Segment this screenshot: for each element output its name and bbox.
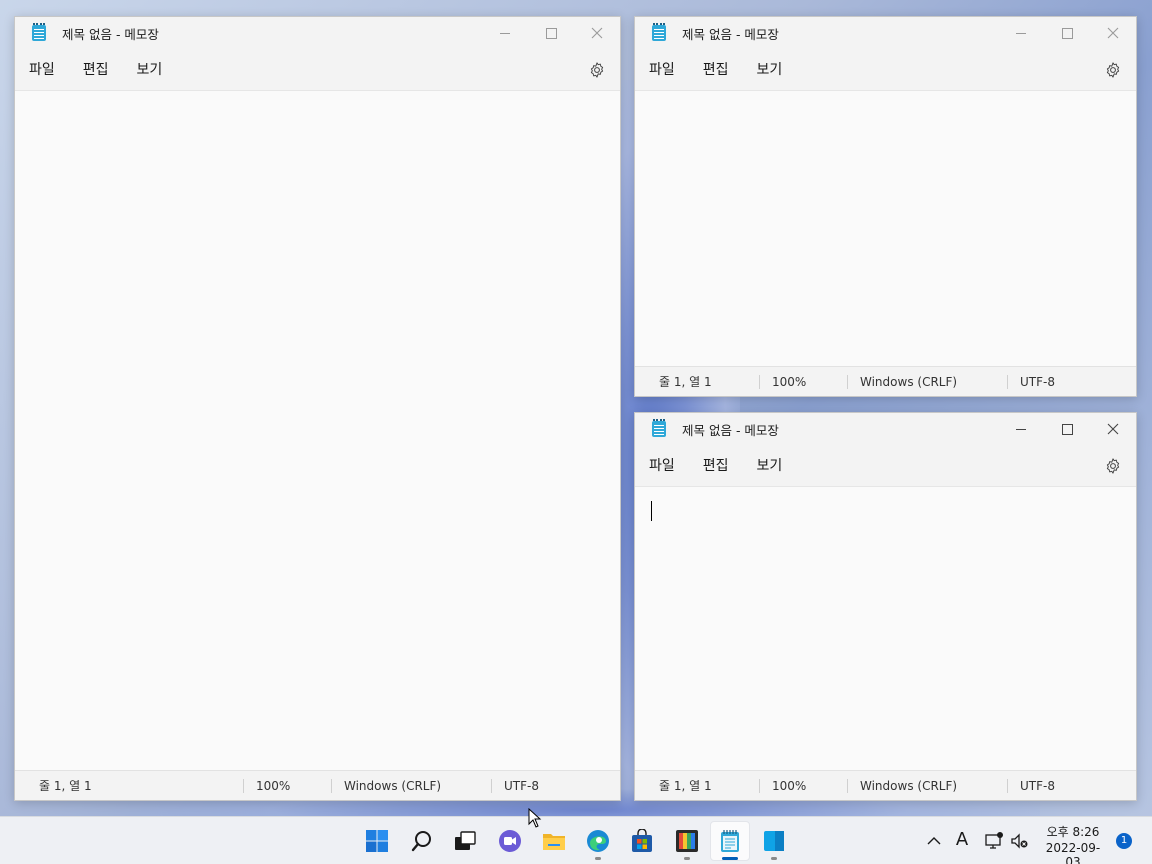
minimize-button[interactable] (998, 17, 1044, 49)
menu-view[interactable]: 보기 (123, 49, 177, 91)
notepad-icon (652, 419, 666, 437)
settings-gear-icon[interactable] (1104, 457, 1122, 475)
menu-bar: 파일 편집 보기 (15, 49, 620, 91)
running-indicator (771, 857, 777, 860)
title-bar[interactable]: 제목 없음 - 메모장 (635, 17, 1136, 49)
menu-file[interactable]: 파일 (635, 445, 689, 487)
task-view-icon[interactable] (453, 829, 477, 853)
running-indicator (684, 857, 690, 860)
status-separator (1007, 779, 1008, 793)
menu-edit[interactable]: 편집 (69, 49, 123, 91)
text-editor[interactable] (15, 91, 620, 770)
status-bar: 줄 1, 열 1 100% Windows (CRLF) UTF-8 (635, 366, 1136, 396)
paint-icon[interactable] (675, 829, 699, 853)
notification-badge[interactable]: 1 (1116, 833, 1132, 849)
status-separator (1007, 375, 1008, 389)
status-bar: 줄 1, 열 1 100% Windows (CRLF) UTF-8 (15, 770, 620, 800)
notepad-window-top-right[interactable]: 제목 없음 - 메모장 파일 편집 보기 줄 1, 열 1 100% Windo… (634, 16, 1137, 397)
menu-edit[interactable]: 편집 (689, 445, 743, 487)
status-line-ending: Windows (CRLF) (344, 779, 442, 793)
status-encoding: UTF-8 (1020, 779, 1055, 793)
status-position: 줄 1, 열 1 (659, 779, 712, 793)
window-title: 제목 없음 - 메모장 (682, 26, 779, 42)
status-line-ending: Windows (CRLF) (860, 375, 958, 389)
menu-bar: 파일 편집 보기 (635, 445, 1136, 487)
store-icon[interactable] (630, 829, 654, 853)
status-encoding: UTF-8 (504, 779, 539, 793)
network-icon[interactable] (984, 829, 1004, 853)
title-bar[interactable]: 제목 없음 - 메모장 (15, 17, 620, 49)
status-separator (243, 779, 244, 793)
window-title: 제목 없음 - 메모장 (682, 422, 779, 438)
title-bar[interactable]: 제목 없음 - 메모장 (635, 413, 1136, 445)
status-separator (847, 779, 848, 793)
close-icon (591, 27, 603, 39)
status-separator (491, 779, 492, 793)
status-separator (847, 375, 848, 389)
menu-file[interactable]: 파일 (15, 49, 69, 91)
close-icon (1107, 423, 1119, 435)
status-separator (331, 779, 332, 793)
settings-gear-icon[interactable] (588, 61, 606, 79)
status-separator (759, 375, 760, 389)
minimize-button[interactable] (998, 413, 1044, 445)
window-title: 제목 없음 - 메모장 (62, 26, 159, 42)
minimize-button[interactable] (482, 17, 528, 49)
status-line-ending: Windows (CRLF) (860, 779, 958, 793)
status-position: 줄 1, 열 1 (39, 779, 92, 793)
menu-file[interactable]: 파일 (635, 49, 689, 91)
start-icon[interactable] (365, 829, 389, 853)
running-indicator (595, 857, 601, 860)
text-editor[interactable] (635, 91, 1136, 366)
notepad-window-left[interactable]: 제목 없음 - 메모장 파일 편집 보기 줄 1, 열 1 100% Windo… (14, 16, 621, 801)
maximize-button[interactable] (1044, 17, 1090, 49)
chevron-up-icon[interactable] (926, 829, 942, 853)
menu-view[interactable]: 보기 (743, 49, 797, 91)
status-bar: 줄 1, 열 1 100% Windows (CRLF) UTF-8 (635, 770, 1136, 800)
notepad-icon (32, 23, 46, 41)
clock-date[interactable]: 2022-09-03 (1040, 841, 1106, 864)
active-indicator (722, 857, 738, 860)
notepad-window-bottom-right[interactable]: 제목 없음 - 메모장 파일 편집 보기 줄 1, 열 1 100% Windo… (634, 412, 1137, 801)
search-icon[interactable] (410, 829, 434, 853)
widgets-icon[interactable] (762, 829, 786, 853)
close-button[interactable] (1090, 413, 1136, 445)
edge-icon[interactable] (586, 829, 610, 853)
taskbar: A 오후 8:26 2022-09-03 1 (0, 816, 1152, 864)
text-caret (651, 501, 652, 521)
text-editor[interactable] (635, 487, 1136, 770)
status-encoding: UTF-8 (1020, 375, 1055, 389)
menu-bar: 파일 편집 보기 (635, 49, 1136, 91)
close-icon (1107, 27, 1119, 39)
clock-time[interactable]: 오후 8:26 (1040, 823, 1106, 840)
settings-gear-icon[interactable] (1104, 61, 1122, 79)
close-button[interactable] (574, 17, 620, 49)
status-zoom: 100% (772, 375, 807, 389)
notepad-icon (652, 23, 666, 41)
notepad-icon[interactable] (718, 829, 742, 853)
status-zoom: 100% (256, 779, 291, 793)
close-button[interactable] (1090, 17, 1136, 49)
menu-edit[interactable]: 편집 (689, 49, 743, 91)
menu-view[interactable]: 보기 (743, 445, 797, 487)
status-position: 줄 1, 열 1 (659, 375, 712, 389)
maximize-button[interactable] (528, 17, 574, 49)
maximize-button[interactable] (1044, 413, 1090, 445)
ime-indicator[interactable]: A (953, 829, 971, 850)
status-separator (759, 779, 760, 793)
mouse-cursor-icon (528, 808, 542, 828)
status-zoom: 100% (772, 779, 807, 793)
volume-muted-icon[interactable] (1010, 829, 1030, 853)
chat-icon[interactable] (498, 829, 522, 853)
file-explorer-icon[interactable] (542, 829, 566, 853)
